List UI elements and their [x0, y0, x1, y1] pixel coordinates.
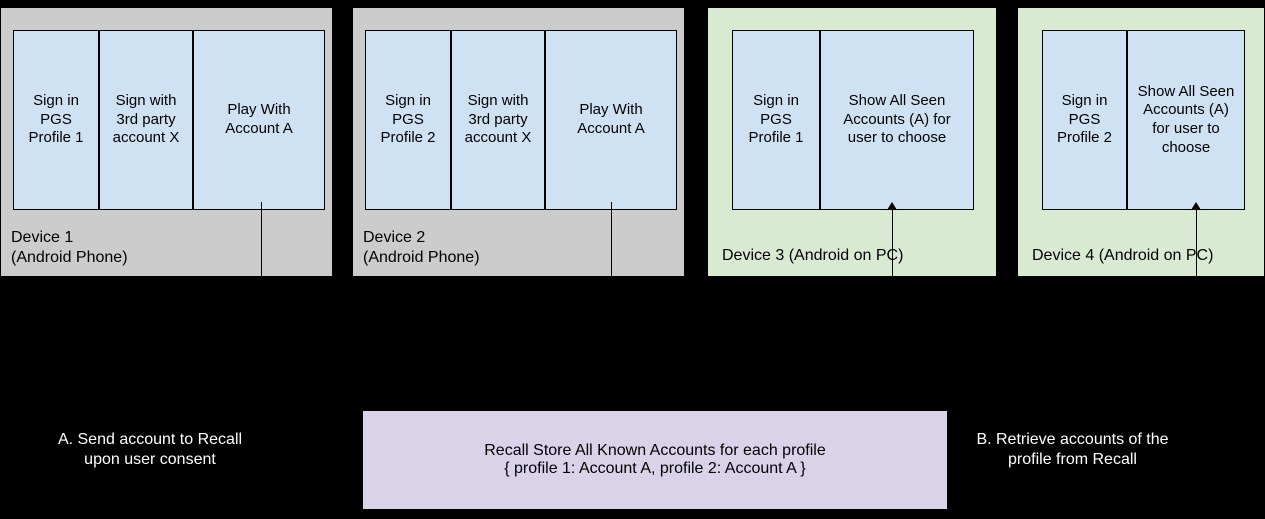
device-4-step1: Sign in PGS Profile 2: [1042, 30, 1127, 210]
device-2-down-line: [611, 202, 612, 410]
device-4-inner: Sign in PGS Profile 2 Show All Seen Acco…: [1042, 30, 1245, 210]
caption-A: A. Send account to Recall upon user cons…: [50, 430, 250, 470]
store-box: Recall Store All Known Accounts for each…: [362, 410, 948, 510]
device-2-label: Device 2 (Android Phone): [363, 228, 480, 268]
device-1-step2: Sign with 3rd party account X: [99, 30, 193, 210]
device-3-step1: Sign in PGS Profile 1: [732, 30, 820, 210]
device-3-box: Sign in PGS Profile 1 Show All Seen Acco…: [707, 7, 997, 277]
store-label: Recall Store All Known Accounts for each…: [484, 442, 826, 478]
device-3-up-arrow: [887, 202, 897, 210]
device-2-step3: Play With Account A: [545, 30, 677, 210]
device-4-up-arrow: [1191, 202, 1201, 210]
device-1-down-arrow: [256, 410, 266, 418]
device-3-step2: Show All Seen Accounts (A) for user to c…: [820, 30, 974, 210]
device-2-step2: Sign with 3rd party account X: [451, 30, 545, 210]
caption-B: B. Retrieve accounts of the profile from…: [960, 430, 1185, 470]
device-1-step1: Sign in PGS Profile 1: [13, 30, 99, 210]
device-1-label: Device 1 (Android Phone): [11, 228, 128, 268]
device-3-inner: Sign in PGS Profile 1 Show All Seen Acco…: [732, 30, 974, 210]
device-4-up-line: [1196, 210, 1197, 410]
device-1-box: Sign in PGS Profile 1 Sign with 3rd part…: [0, 7, 333, 277]
device-1-step3: Play With Account A: [193, 30, 325, 210]
device-3-up-line: [892, 210, 893, 410]
device-4-box: Sign in PGS Profile 2 Show All Seen Acco…: [1017, 7, 1265, 277]
device-2-box: Sign in PGS Profile 2 Sign with 3rd part…: [352, 7, 685, 277]
device-2-inner: Sign in PGS Profile 2 Sign with 3rd part…: [365, 30, 677, 210]
diagram-canvas: Sign in PGS Profile 1 Sign with 3rd part…: [0, 0, 1265, 519]
device-4-label: Device 4 (Android on PC): [1032, 246, 1213, 266]
device-1-inner: Sign in PGS Profile 1 Sign with 3rd part…: [13, 30, 325, 210]
device-4-step2: Show All Seen Accounts (A) for user to c…: [1127, 30, 1245, 210]
device-1-down-line: [261, 202, 262, 410]
device-2-step1: Sign in PGS Profile 2: [365, 30, 451, 210]
device-3-label: Device 3 (Android on PC): [722, 246, 903, 266]
